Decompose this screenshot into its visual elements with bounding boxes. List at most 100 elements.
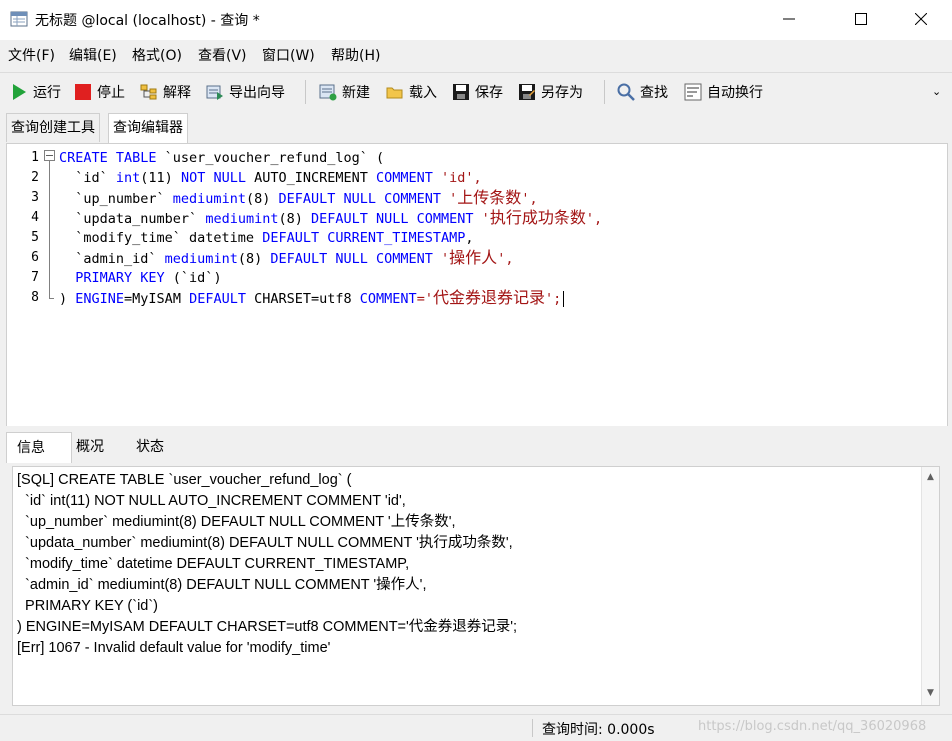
code-token: AUTO_INCREMENT	[245, 170, 377, 186]
new-query-icon	[319, 84, 337, 101]
code-token: =MyISAM	[124, 291, 190, 307]
info-line: `modify_time` datetime DEFAULT CURRENT_T…	[17, 556, 410, 572]
run-play-icon	[13, 84, 26, 100]
new-button[interactable]: 新建	[319, 73, 370, 111]
code-token: ',	[497, 251, 514, 267]
editor-tab-bar: 查询创建工具 查询编辑器	[0, 111, 952, 144]
code-line: `updata_number` mediumint(8) DEFAULT NUL…	[59, 208, 602, 228]
info-message-panel[interactable]: [SQL] CREATE TABLE `user_voucher_refund_…	[12, 466, 940, 706]
code-line: `id` int(11) NOT NULL AUTO_INCREMENT COM…	[59, 168, 482, 188]
code-token: 代金券退券记录	[432, 288, 545, 307]
search-icon	[617, 83, 635, 101]
info-line: [SQL] CREATE TABLE `user_voucher_refund_…	[17, 472, 352, 488]
run-button[interactable]: 运行	[10, 73, 61, 111]
save-as-button[interactable]: 另存为	[518, 73, 583, 111]
code-line: `admin_id` mediumint(8) DEFAULT NULL COM…	[59, 248, 513, 268]
code-token: ENGINE	[75, 291, 125, 307]
code-token: (11)	[140, 170, 181, 186]
scroll-down-arrow-icon[interactable]: ▼	[922, 685, 939, 702]
code-token: DEFAULT	[189, 291, 246, 307]
word-wrap-icon	[684, 83, 702, 101]
code-token: `updata_number`	[59, 211, 206, 227]
code-token: ',	[585, 211, 603, 227]
explain-button[interactable]: 解释	[140, 73, 191, 111]
code-token: 执行成功条数	[489, 208, 586, 227]
code-token: (8)	[245, 191, 279, 207]
title-bar: 无标题 @local (localhost) - 查询 *	[0, 0, 952, 41]
code-token: 'id',	[432, 170, 482, 186]
code-token: '	[473, 211, 490, 227]
maximize-button[interactable]	[838, 0, 884, 40]
stop-icon	[75, 84, 91, 100]
line-number: 8	[31, 290, 39, 305]
menu-format[interactable]: 格式(O)	[132, 40, 182, 72]
save-as-disk-icon	[519, 84, 535, 100]
minimize-button[interactable]	[766, 0, 812, 40]
toolbar-overflow-icon[interactable]: ⌄	[932, 85, 941, 98]
tab-query-editor[interactable]: 查询编辑器	[108, 113, 188, 144]
close-button[interactable]	[898, 0, 944, 40]
code-token: (8)	[237, 251, 271, 267]
code-token: mediumint	[172, 191, 246, 207]
code-token: CREATE TABLE	[59, 150, 157, 166]
menu-window[interactable]: 窗口(W)	[262, 40, 315, 72]
code-token: COMMENT	[359, 291, 417, 307]
info-line: PRIMARY KEY (`id`)	[17, 598, 159, 614]
code-token: DEFAULT NULL COMMENT	[278, 191, 442, 207]
fold-toggle[interactable]	[44, 150, 55, 161]
line-number-gutter: 1 2 3 4 5 6 7 8	[7, 144, 59, 426]
toolbar: 运行 停止 解释 导出向导 新建 载入 保存 另存为 查找 自动换行 ⌄	[0, 72, 952, 112]
tab-query-builder[interactable]: 查询创建工具	[6, 113, 100, 142]
menu-bar: 文件(F) 编辑(E) 格式(O) 查看(V) 窗口(W) 帮助(H)	[0, 40, 952, 72]
status-separator	[532, 719, 533, 737]
stop-button[interactable]: 停止	[74, 73, 125, 111]
code-line: PRIMARY KEY (`id`)	[59, 268, 222, 288]
code-token: NOT NULL	[180, 170, 246, 186]
menu-edit[interactable]: 编辑(E)	[69, 40, 117, 72]
result-tab-bar: 信息 概况 状态	[6, 432, 946, 463]
code-token: PRIMARY KEY	[75, 270, 165, 286]
code-token: '	[432, 251, 450, 267]
load-button[interactable]: 载入	[386, 73, 437, 111]
line-number: 5	[31, 230, 39, 245]
code-token: `user_voucher_refund_log` (	[156, 150, 385, 166]
code-token: ,	[465, 230, 474, 246]
tab-info[interactable]: 信息	[6, 432, 72, 463]
line-number: 1	[31, 150, 39, 165]
info-line: `admin_id` mediumint(8) DEFAULT NULL COM…	[17, 577, 427, 593]
find-button[interactable]: 查找	[617, 73, 668, 111]
code-token: 上传条数	[457, 188, 522, 207]
close-icon	[914, 12, 928, 26]
line-number: 6	[31, 250, 39, 265]
save-button[interactable]: 保存	[452, 73, 503, 111]
explain-tree-icon	[140, 84, 157, 100]
code-token: (`id`)	[164, 270, 222, 286]
code-token: `id`	[59, 170, 116, 186]
word-wrap-button[interactable]: 自动换行	[684, 73, 763, 111]
code-token: `up_number`	[59, 191, 173, 207]
line-number: 2	[31, 170, 39, 185]
code-token: COMMENT	[376, 170, 433, 186]
info-line: ) ENGINE=MyISAM DEFAULT CHARSET=utf8 COM…	[17, 619, 518, 635]
tab-status[interactable]: 状态	[126, 432, 174, 462]
info-scrollbar[interactable]: ▲ ▼	[921, 467, 939, 705]
menu-view[interactable]: 查看(V)	[198, 40, 247, 72]
code-token: ',	[521, 191, 538, 207]
scroll-up-arrow-icon[interactable]: ▲	[922, 469, 939, 486]
line-number: 7	[31, 270, 39, 285]
export-wizard-button[interactable]: 导出向导	[206, 73, 285, 111]
sql-editor[interactable]: 1 2 3 4 5 6 7 8 CREATE TABLE `user_vouch…	[6, 143, 948, 427]
tab-profile[interactable]: 概况	[66, 432, 114, 462]
info-line: `up_number` mediumint(8) DEFAULT NULL CO…	[17, 514, 456, 530]
code-token: `modify_time` datetime	[59, 230, 263, 246]
line-number: 3	[31, 190, 39, 205]
error-line: [Err] 1067 - Invalid default value for '…	[17, 640, 331, 656]
maximize-icon	[855, 13, 867, 25]
menu-file[interactable]: 文件(F)	[8, 40, 55, 72]
info-line: `updata_number` mediumint(8) DEFAULT NUL…	[17, 535, 513, 551]
info-line: `id` int(11) NOT NULL AUTO_INCREMENT COM…	[17, 493, 406, 509]
menu-help[interactable]: 帮助(H)	[331, 40, 380, 72]
status-bar: 查询时间: 0.000s https://blog.csdn.net/qq_36…	[0, 714, 952, 741]
folder-open-icon	[386, 87, 403, 99]
